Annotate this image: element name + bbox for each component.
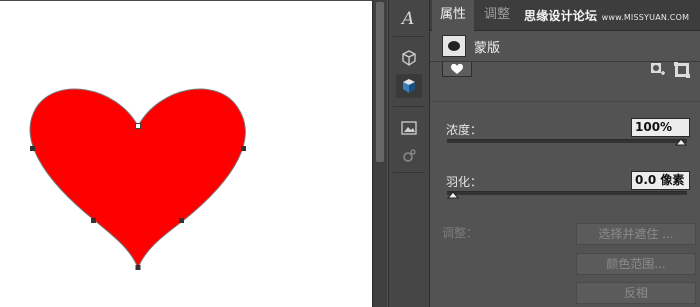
anchor-point-lower-right[interactable] — [179, 218, 184, 223]
density-slider[interactable] — [447, 139, 687, 143]
svg-text:A: A — [400, 9, 414, 28]
panel-tab-bar: 属性 调整 思缘设计论坛 www.MISSYUAN.COM — [430, 0, 700, 31]
tab-properties[interactable]: 属性 — [432, 0, 475, 31]
load-selection-button[interactable] — [650, 62, 666, 78]
anchor-point-left[interactable] — [30, 146, 35, 151]
feather-slider-thumb[interactable] — [447, 189, 459, 199]
watermark-logo: 思缘设计论坛 www.MISSYUAN.COM — [524, 7, 689, 24]
scrollbar-thumb[interactable] — [376, 2, 384, 162]
mask-header: 蒙版 — [442, 35, 700, 57]
density-input[interactable]: 100% — [631, 118, 690, 137]
select-and-mask-button[interactable]: 选择并遮住 ... — [576, 223, 696, 245]
heart-shape[interactable] — [29, 88, 246, 270]
heart-shape-layer[interactable] — [0, 0, 372, 307]
feather-slider[interactable] — [447, 191, 687, 195]
add-vector-mask-button[interactable] — [674, 62, 690, 78]
tool-divider — [393, 172, 425, 173]
density-slider-thumb[interactable] — [675, 136, 687, 146]
panel-icon-strip: A — [388, 0, 430, 307]
watermark-site: www.MISSYUAN.COM — [601, 13, 690, 22]
tool-divider — [393, 106, 425, 107]
gear-connect-icon[interactable] — [396, 144, 422, 168]
tab-adjustments[interactable]: 调整 — [476, 0, 518, 30]
document-canvas[interactable] — [0, 0, 372, 307]
anchor-point-right[interactable] — [241, 146, 246, 151]
layer-mask-icon — [442, 35, 466, 57]
invert-button[interactable]: 反相 — [576, 282, 696, 304]
vector-mask-icon — [674, 62, 690, 78]
tool-divider — [393, 36, 425, 37]
feather-input[interactable]: 0.0 像素 — [631, 171, 690, 190]
canvas-vertical-scrollbar[interactable] — [372, 0, 387, 307]
add-pixel-mask-icon — [651, 63, 665, 75]
anchor-point-bottom[interactable] — [135, 265, 141, 270]
properties-panel: 属性 调整 思缘设计论坛 www.MISSYUAN.COM 蒙版 浓度： 100… — [430, 0, 700, 307]
anchor-point-lower-left[interactable] — [91, 218, 96, 223]
mask-title: 蒙版 — [474, 41, 501, 56]
watermark-text: 思缘设计论坛 — [524, 9, 598, 23]
density-label: 浓度： — [446, 123, 483, 137]
adjust-label: 调整： — [442, 226, 479, 240]
vector-mask-thumbnail[interactable] — [442, 62, 472, 77]
type-glyph-icon[interactable]: A — [396, 6, 422, 30]
3d-cube-solid-icon[interactable] — [396, 74, 422, 98]
heart-icon — [451, 63, 463, 74]
divider — [430, 101, 700, 102]
feather-label: 羽化： — [446, 175, 483, 189]
3d-cube-outline-icon[interactable] — [396, 46, 422, 70]
color-range-button[interactable]: 颜色范围... — [576, 253, 696, 275]
image-frame-icon[interactable] — [396, 116, 422, 140]
anchor-point-top[interactable] — [135, 123, 141, 129]
